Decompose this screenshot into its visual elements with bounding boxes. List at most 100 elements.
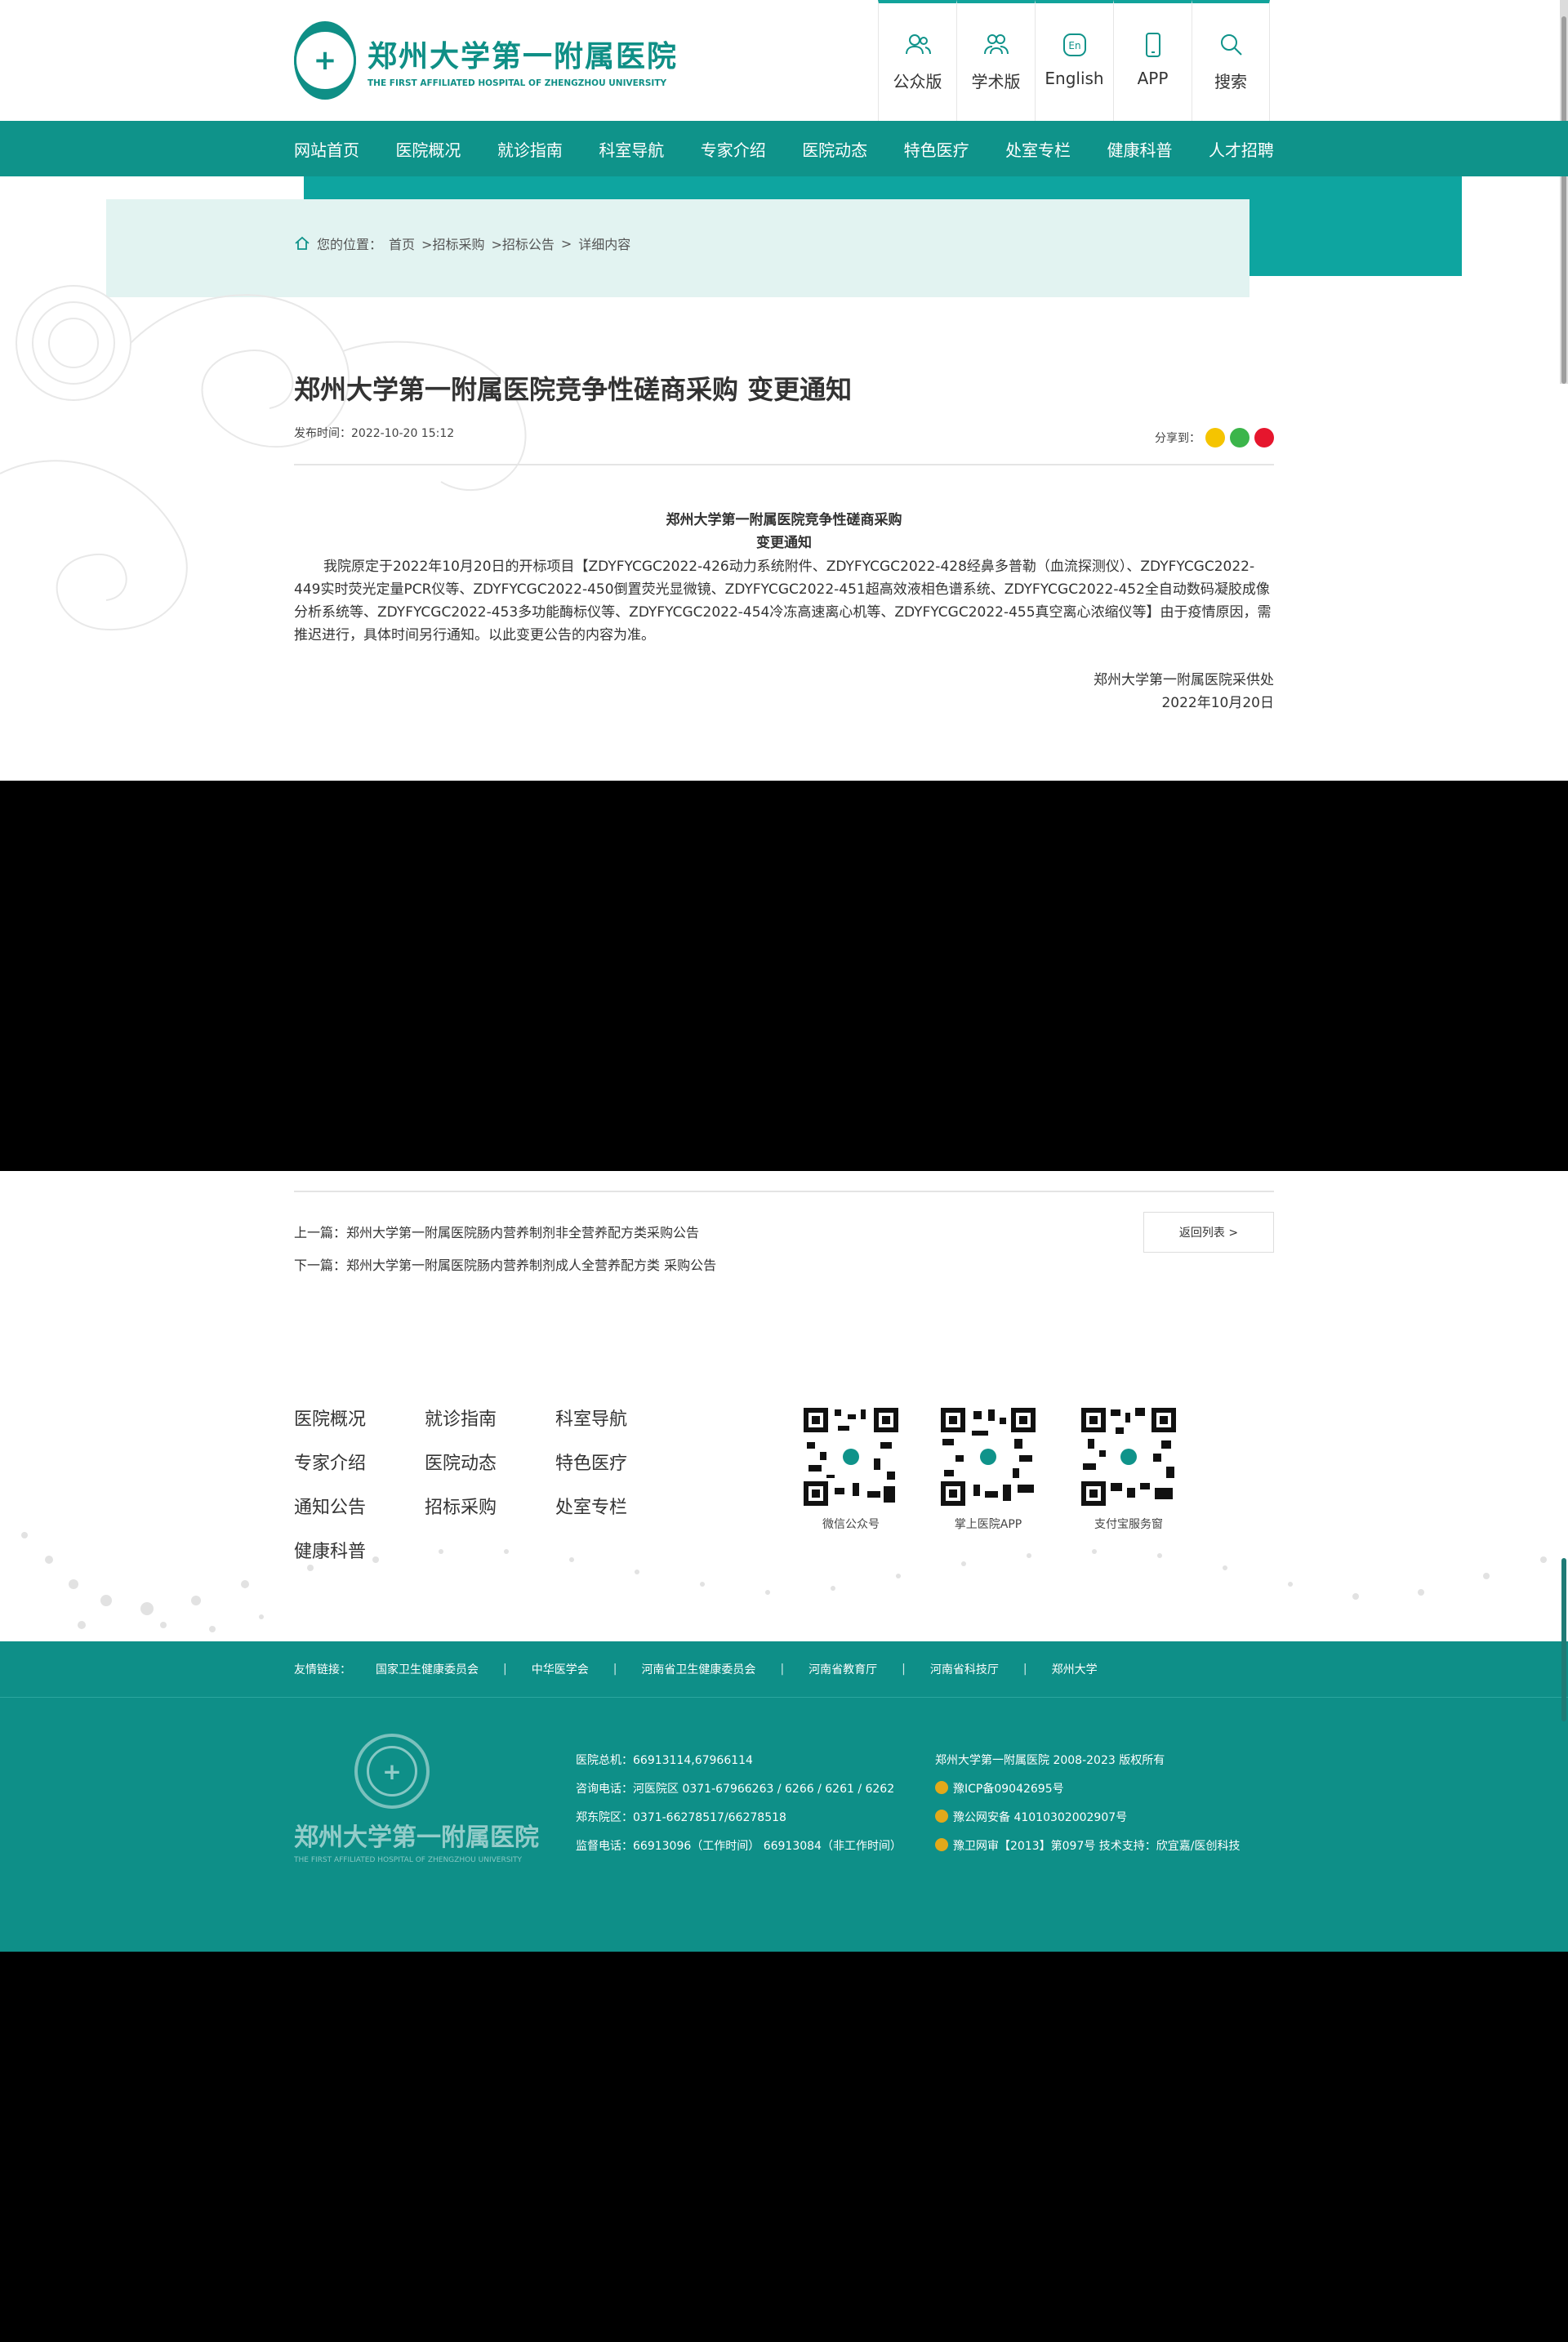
friend-link-nhc[interactable]: 国家卫生健康委员会	[376, 1661, 479, 1677]
footer-link-news[interactable]: 医院动态	[425, 1449, 555, 1475]
footer-link-featured[interactable]: 特色医疗	[555, 1449, 686, 1475]
friend-link-henan-sci[interactable]: 河南省科技厅	[930, 1661, 999, 1677]
tool-label: 公众版	[893, 72, 942, 91]
contact-supervision: 监督电话：66913096（工作时间） 66913084（非工作时间）	[576, 1840, 902, 1853]
prev-title[interactable]: 郑州大学第一附属医院肠内营养制剂非全营养配方类采购公告	[346, 1225, 699, 1240]
share-weibo-icon[interactable]	[1254, 428, 1274, 447]
breadcrumb-current: 详细内容	[578, 237, 631, 252]
friend-link-cma[interactable]: 中华医学会	[532, 1661, 589, 1677]
back-to-list-button[interactable]: 返回列表 >	[1143, 1212, 1274, 1253]
health-text: 豫卫网审【2013】第097号 技术支持：欣宜嘉/医创科技	[953, 1840, 1241, 1853]
link-separator: |	[612, 1663, 617, 1676]
footer-logo: + 郑州大学第一附属医院 THE FIRST AFFILIATED HOSPIT…	[294, 1734, 539, 1864]
breadcrumb-separator: >	[560, 235, 572, 252]
nav-guide[interactable]: 就诊指南	[497, 137, 563, 161]
tool-academic-version[interactable]: 学术版	[956, 0, 1035, 121]
footer-logo-cn: 郑州大学第一附属医院	[294, 1823, 539, 1852]
blank-region	[0, 781, 1568, 1171]
link-separator: |	[902, 1663, 906, 1676]
svg-text:En: En	[1068, 40, 1080, 51]
friend-link-zzu[interactable]: 郑州大学	[1052, 1661, 1098, 1677]
academic-icon	[983, 34, 1009, 55]
home-icon[interactable]	[294, 235, 310, 252]
footer-link-offices[interactable]: 处室专栏	[555, 1493, 686, 1519]
footer-link-guide[interactable]: 就诊指南	[425, 1405, 555, 1431]
tool-label: English	[1045, 69, 1104, 88]
logo-name-cn: 郑州大学第一附属医院	[368, 40, 679, 73]
tool-search[interactable]: 搜索	[1192, 0, 1270, 121]
nav-news[interactable]: 医院动态	[802, 137, 867, 161]
title-divider	[294, 464, 1274, 465]
footer-link-experts[interactable]: 专家介绍	[294, 1449, 425, 1475]
friend-links-label: 友情链接：	[294, 1663, 351, 1676]
share-wechat-icon[interactable]	[1230, 428, 1250, 447]
tool-label: 学术版	[971, 72, 1021, 91]
footer-logo-en: THE FIRST AFFILIATED HOSPITAL OF ZHENGZH…	[294, 1856, 523, 1864]
tool-english-version[interactable]: En English	[1035, 0, 1113, 121]
next-article[interactable]: 下一篇：郑州大学第一附属医院肠内营养制剂成人全营养配方类 采购公告	[294, 1254, 716, 1274]
nav-departments[interactable]: 科室导航	[599, 137, 664, 161]
next-label: 下一篇：	[294, 1258, 347, 1273]
nav-overview[interactable]: 医院概况	[395, 137, 461, 161]
police-badge-icon	[935, 1838, 948, 1851]
police-badge-icon	[935, 1810, 948, 1823]
main-nav: 网站首页 医院概况 就诊指南 科室导航 专家介绍 医院动态 特色医疗 处室专栏 …	[0, 121, 1568, 176]
header-tools: 公众版 学术版 En English APP 搜索	[878, 0, 1270, 121]
background-dot-wave	[21, 1532, 1547, 1632]
next-title[interactable]: 郑州大学第一附属医院肠内营养制剂成人全营养配方类 采购公告	[346, 1258, 716, 1273]
contact-zhengdong: 郑东院区：0371-66278517/66278518	[576, 1811, 786, 1824]
nav-health[interactable]: 健康科普	[1107, 137, 1173, 161]
police-record[interactable]: 豫公网安备 41010302002907号	[935, 1804, 1241, 1832]
contact-main: 医院总机：66913114,67966114	[576, 1754, 753, 1767]
content-subheading: 变更通知	[756, 535, 812, 551]
english-icon: En	[1062, 33, 1086, 56]
logo-name-en: THE FIRST AFFILIATED HOSPITAL OF ZHENGZH…	[368, 78, 667, 88]
nav-offices[interactable]: 处室专栏	[1005, 137, 1071, 161]
breadcrumb-home[interactable]: 首页	[389, 234, 415, 253]
icp-text: 豫ICP备09042695号	[953, 1783, 1064, 1796]
page-scrollbar-thumb[interactable]	[1561, 16, 1566, 384]
qr-code-icon	[802, 1406, 900, 1507]
breadcrumb-procurement[interactable]: >招标采购	[421, 234, 484, 253]
qr-caption: 掌上医院APP	[954, 1518, 1022, 1531]
footer-link-overview[interactable]: 医院概况	[294, 1405, 425, 1431]
nav-experts[interactable]: 专家介绍	[701, 137, 766, 161]
qr-caption: 微信公众号	[822, 1518, 880, 1531]
tool-label: APP	[1137, 69, 1169, 88]
footer-link-health[interactable]: 健康科普	[294, 1537, 425, 1563]
qr-caption: 支付宝服务窗	[1094, 1518, 1163, 1531]
nav-careers[interactable]: 人才招聘	[1209, 137, 1274, 161]
footer-contact: 医院总机：66913114,67966114 咨询电话：河医院区 0371-67…	[576, 1747, 902, 1861]
tool-public-version[interactable]: 公众版	[878, 0, 956, 121]
footer-link-notices[interactable]: 通知公告	[294, 1493, 425, 1519]
police-badge-icon	[935, 1781, 948, 1794]
friend-link-henan-edu[interactable]: 河南省教育厅	[808, 1661, 877, 1677]
hospital-logo[interactable]: + 郑州大学第一附属医院 THE FIRST AFFILIATED HOSPIT…	[294, 20, 678, 101]
nav-featured[interactable]: 特色医疗	[904, 137, 969, 161]
share-favorite-icon[interactable]	[1205, 428, 1225, 447]
nav-home[interactable]: 网站首页	[294, 137, 359, 161]
users-icon	[905, 34, 931, 55]
tool-app[interactable]: APP	[1113, 0, 1192, 121]
prev-label: 上一篇：	[294, 1225, 347, 1240]
breadcrumb-tender[interactable]: >招标公告	[491, 234, 554, 253]
footer-link-procurement[interactable]: 招标采购	[425, 1493, 555, 1519]
contact-consult: 咨询电话：河医院区 0371-67966263 / 6266 / 6261 / …	[576, 1783, 895, 1796]
footer-emblem-icon: +	[354, 1734, 430, 1809]
content-heading: 郑州大学第一附属医院竞争性磋商采购	[666, 512, 902, 528]
icp-record[interactable]: 豫ICP备09042695号	[935, 1775, 1241, 1804]
page-title: 郑州大学第一附属医院竞争性磋商采购 变更通知	[294, 374, 853, 405]
friend-links-bar: 友情链接： 国家卫生健康委员会 | 中华医学会 | 河南省卫生健康委员会 | 河…	[0, 1641, 1568, 1697]
link-separator: |	[780, 1663, 785, 1676]
blank-region	[0, 1952, 1568, 2342]
footer-quick-links: 医院概况 就诊指南 科室导航 专家介绍 医院动态 特色医疗 通知公告 招标采购 …	[294, 1405, 637, 1563]
prev-article[interactable]: 上一篇：郑州大学第一附属医院肠内营养制剂非全营养配方类采购公告	[294, 1222, 699, 1241]
health-record[interactable]: 豫卫网审【2013】第097号 技术支持：欣宜嘉/医创科技	[935, 1832, 1241, 1861]
site-header: + 郑州大学第一附属医院 THE FIRST AFFILIATED HOSPIT…	[0, 0, 1568, 121]
friend-link-henan-health[interactable]: 河南省卫生健康委员会	[641, 1661, 755, 1677]
qr-code-icon	[939, 1406, 1037, 1507]
signature-org: 郑州大学第一附属医院采供处	[1094, 672, 1274, 688]
site-footer: + 郑州大学第一附属医院 THE FIRST AFFILIATED HOSPIT…	[0, 1697, 1568, 1952]
footer-scroll-thumb[interactable]	[1561, 1558, 1566, 1721]
footer-link-departments[interactable]: 科室导航	[555, 1405, 686, 1431]
